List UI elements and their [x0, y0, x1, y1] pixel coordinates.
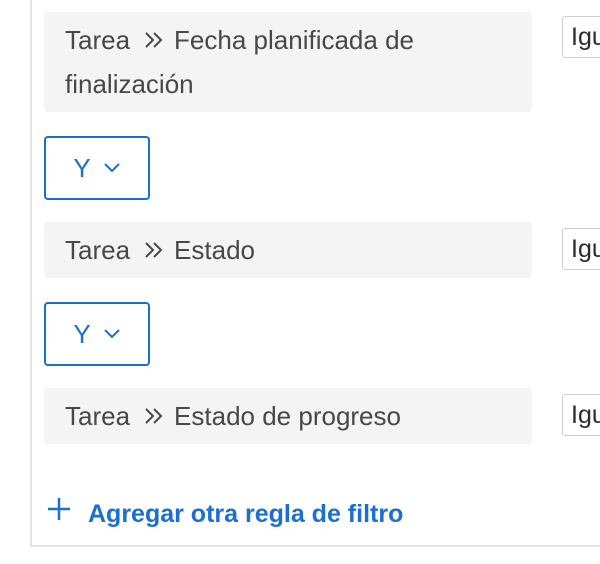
field-name: Estado — [174, 235, 255, 265]
filter-rule-field[interactable]: Tarea Fecha planificada de finalización — [44, 12, 532, 112]
field-name: Estado de progreso — [174, 401, 401, 431]
operator-select[interactable]: Igual — [562, 228, 600, 270]
double-chevron-right-icon — [144, 241, 164, 259]
field-name: Fecha planificada de — [174, 25, 414, 55]
plus-icon — [46, 496, 72, 522]
field-name-continued: finalización — [65, 69, 194, 99]
operator-select[interactable]: Igual — [562, 394, 600, 436]
double-chevron-right-icon — [144, 31, 164, 49]
chevron-down-icon — [103, 328, 121, 340]
field-entity: Tarea — [65, 25, 131, 55]
logic-operator-label: Y — [73, 318, 91, 349]
operator-value: Igual — [571, 235, 600, 263]
logic-operator-label: Y — [73, 152, 91, 183]
double-chevron-right-icon — [144, 407, 164, 425]
filter-rule-field[interactable]: Tarea Estado de progreso — [44, 388, 532, 444]
field-entity: Tarea — [65, 401, 131, 431]
operator-select[interactable]: Igual — [562, 16, 600, 58]
logic-operator-dropdown[interactable]: Y — [44, 136, 150, 200]
add-filter-rule-button[interactable]: Agregar otra regla de filtro — [46, 494, 403, 528]
filter-rule-field[interactable]: Tarea Estado — [44, 222, 532, 278]
field-entity: Tarea — [65, 235, 131, 265]
operator-value: Igual — [571, 23, 600, 51]
operator-value: Igual — [571, 401, 600, 429]
logic-operator-dropdown[interactable]: Y — [44, 302, 150, 366]
chevron-down-icon — [103, 162, 121, 174]
add-filter-rule-label: Agregar otra regla de filtro — [88, 500, 404, 528]
